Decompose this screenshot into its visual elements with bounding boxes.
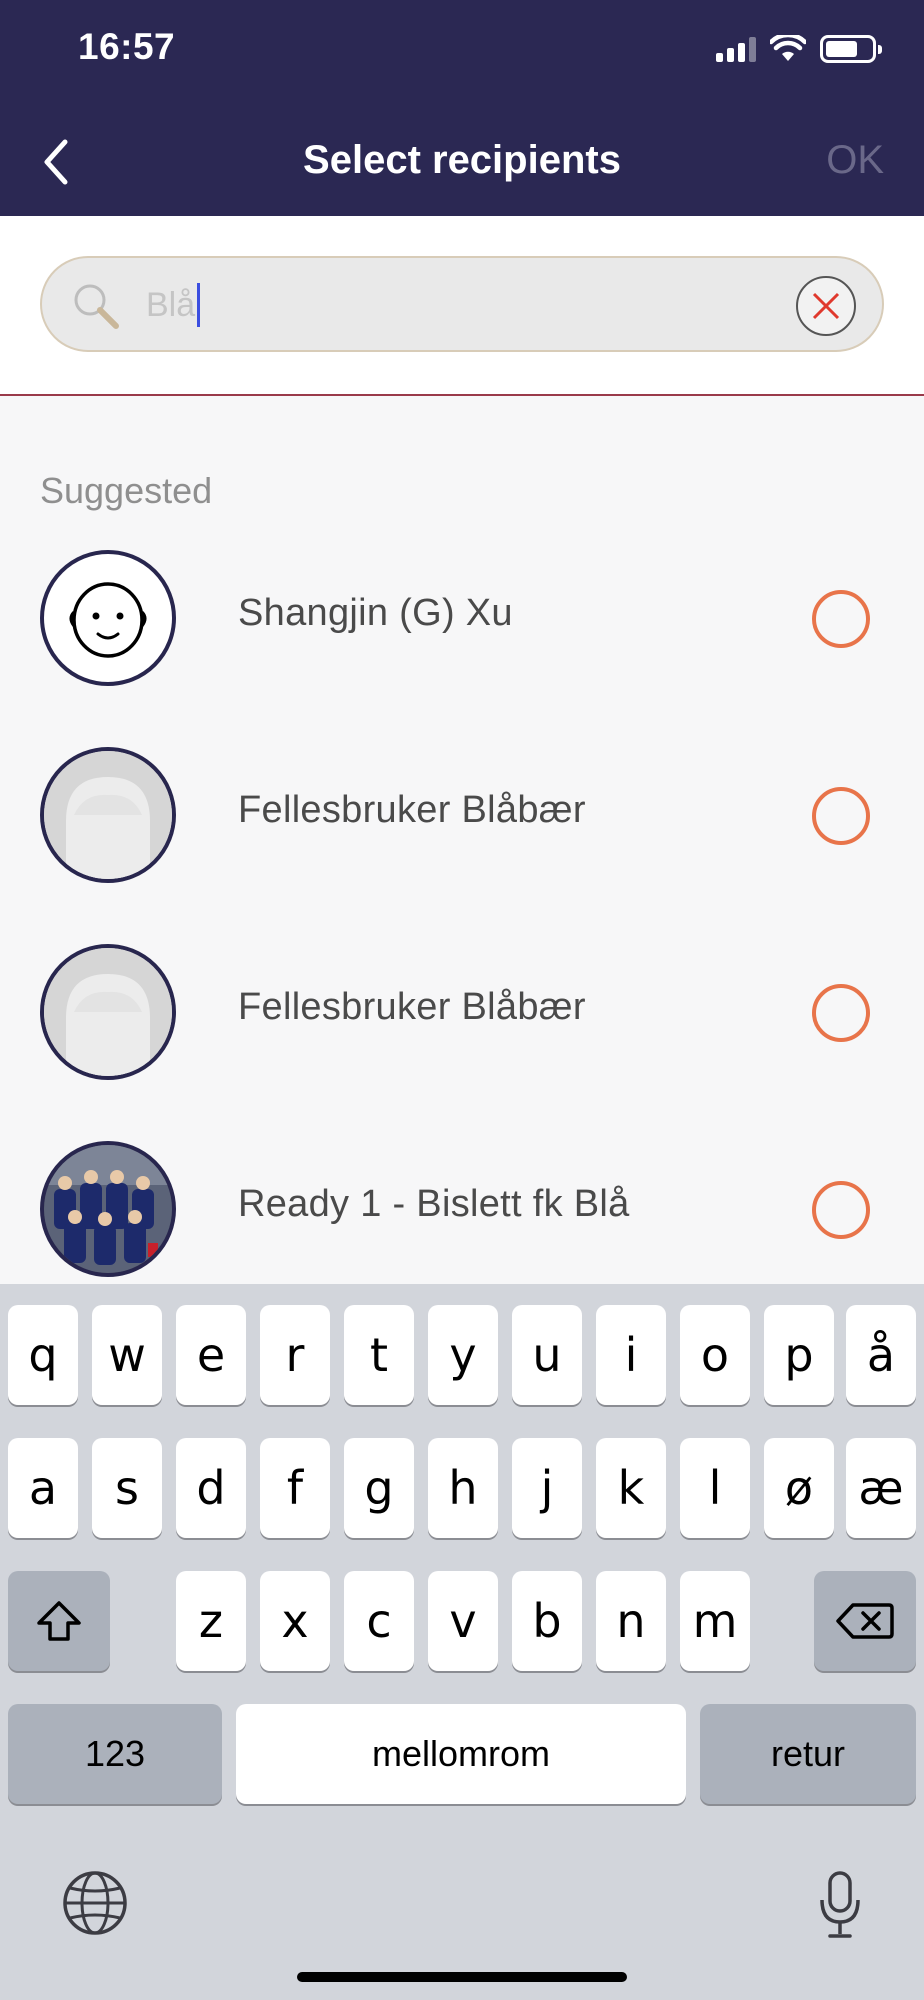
select-radio[interactable] <box>812 1181 870 1239</box>
avatar <box>40 1141 176 1277</box>
key-aa[interactable]: å <box>846 1305 916 1405</box>
key-m[interactable]: m <box>680 1571 750 1671</box>
section-title: Suggested <box>40 470 213 511</box>
list-item[interactable]: Shangjin (G) Xu <box>0 534 924 694</box>
key-g[interactable]: g <box>344 1438 414 1538</box>
key-b[interactable]: b <box>512 1571 582 1671</box>
key-a[interactable]: a <box>8 1438 78 1538</box>
key-ae[interactable]: æ <box>846 1438 916 1538</box>
key-e[interactable]: e <box>176 1305 246 1405</box>
battery-icon <box>820 35 882 63</box>
return-key[interactable]: retur <box>700 1704 916 1804</box>
key-t[interactable]: t <box>344 1305 414 1405</box>
status-time: 16:57 <box>78 26 176 67</box>
key-z[interactable]: z <box>176 1571 246 1671</box>
key-s[interactable]: s <box>92 1438 162 1538</box>
status-icons <box>716 32 882 66</box>
key-k[interactable]: k <box>596 1438 666 1538</box>
key-u[interactable]: u <box>512 1305 582 1405</box>
person-placeholder-icon <box>44 751 172 879</box>
globe-icon[interactable] <box>62 1870 128 1936</box>
backspace-key[interactable] <box>814 1571 916 1671</box>
select-radio[interactable] <box>812 787 870 845</box>
avatar <box>40 944 176 1080</box>
backspace-icon <box>836 1603 894 1639</box>
clear-search-button[interactable] <box>796 276 856 336</box>
key-y[interactable]: y <box>428 1305 498 1405</box>
search-bar: Blå <box>40 256 884 352</box>
page-title: Select recipients <box>303 138 621 182</box>
key-x[interactable]: x <box>260 1571 330 1671</box>
shift-key[interactable] <box>8 1571 110 1671</box>
space-key[interactable]: mellomrom <box>236 1704 686 1804</box>
search-area: Blå <box>0 216 924 396</box>
recipient-name: Shangjin (G) Xu <box>238 592 513 634</box>
list-item[interactable]: Fellesbruker Blåbær <box>0 928 924 1088</box>
avatar <box>40 747 176 883</box>
key-q[interactable]: q <box>8 1305 78 1405</box>
ok-button[interactable]: OK <box>826 138 884 183</box>
key-c[interactable]: c <box>344 1571 414 1671</box>
cellular-signal-icon <box>716 36 756 62</box>
list-item[interactable]: Fellesbruker Blåbær <box>0 731 924 891</box>
key-v[interactable]: v <box>428 1571 498 1671</box>
search-icon <box>74 284 119 329</box>
recipient-name: Ready 1 - Bislett fk Blå <box>238 1183 630 1225</box>
face-icon <box>69 582 147 658</box>
key-l[interactable]: l <box>680 1438 750 1538</box>
key-i[interactable]: i <box>596 1305 666 1405</box>
text-caret <box>197 283 201 327</box>
wifi-icon <box>770 35 806 61</box>
key-j[interactable]: j <box>512 1438 582 1538</box>
microphone-icon[interactable] <box>818 1870 862 1940</box>
recipient-name: Fellesbruker Blåbær <box>238 986 586 1028</box>
search-input[interactable]: Blå <box>146 276 786 334</box>
close-icon <box>812 292 840 320</box>
search-input-value: Blå <box>146 285 196 324</box>
home-indicator <box>297 1972 627 1982</box>
key-w[interactable]: w <box>92 1305 162 1405</box>
person-placeholder-icon <box>44 948 172 1076</box>
key-r[interactable]: r <box>260 1305 330 1405</box>
key-p[interactable]: p <box>764 1305 834 1405</box>
select-radio[interactable] <box>812 590 870 648</box>
recipient-list: Suggested Shangjin (G) Xu Fellesbruker B… <box>0 398 924 1282</box>
shift-icon <box>37 1601 81 1641</box>
key-o[interactable]: o <box>680 1305 750 1405</box>
key-oe[interactable]: ø <box>764 1438 834 1538</box>
list-item[interactable]: Ready 1 - Bislett fk Blå <box>0 1125 924 1282</box>
avatar <box>40 550 176 686</box>
key-f[interactable]: f <box>260 1438 330 1538</box>
team-photo-icon <box>44 1145 172 1273</box>
select-radio[interactable] <box>812 984 870 1042</box>
app-header: 16:57 Select recipients OK <box>0 0 924 216</box>
numbers-key[interactable]: 123 <box>8 1704 222 1804</box>
key-n[interactable]: n <box>596 1571 666 1671</box>
recipient-name: Fellesbruker Blåbær <box>238 789 586 831</box>
key-h[interactable]: h <box>428 1438 498 1538</box>
key-d[interactable]: d <box>176 1438 246 1538</box>
